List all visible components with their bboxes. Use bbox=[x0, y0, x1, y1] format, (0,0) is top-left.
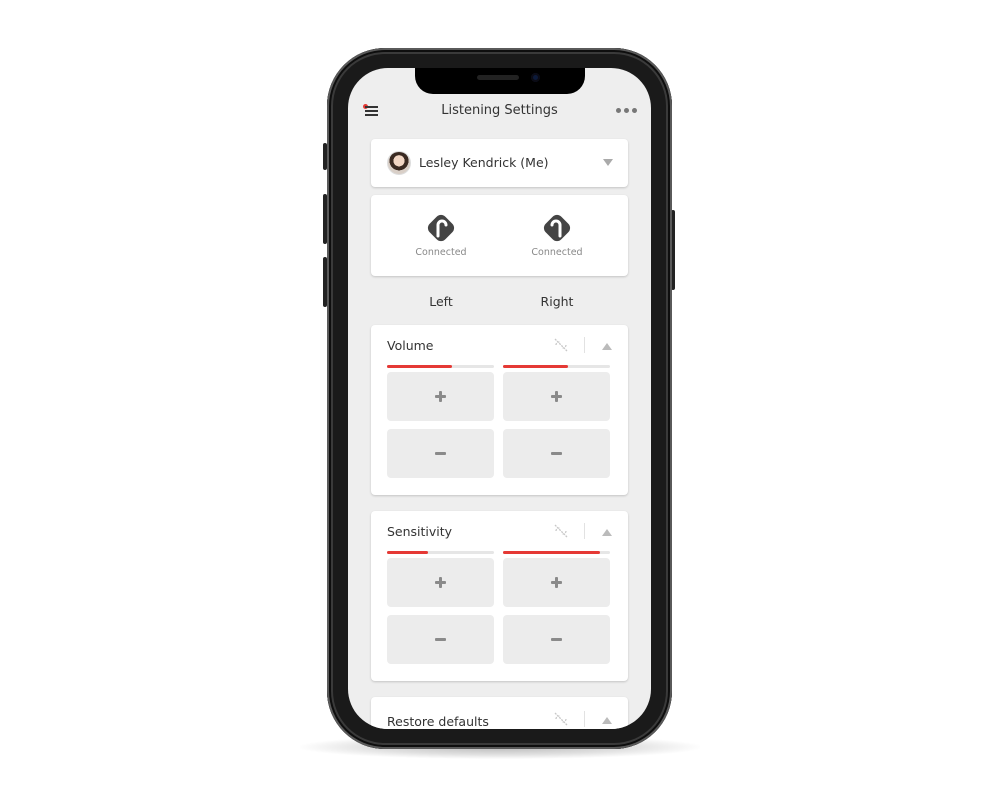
unlink-icon[interactable] bbox=[553, 711, 569, 727]
minus-icon bbox=[435, 638, 446, 641]
plus-icon bbox=[435, 577, 446, 588]
more-dot bbox=[624, 108, 629, 113]
earpiece-speaker bbox=[477, 75, 519, 80]
sensitivity-card: Sensitivity bbox=[371, 511, 628, 681]
unlink-icon[interactable] bbox=[553, 337, 569, 353]
page-title: Listening Settings bbox=[441, 103, 558, 118]
header-divider bbox=[584, 711, 585, 727]
devices-card: Connected Connected bbox=[371, 195, 628, 276]
left-label: Left bbox=[429, 294, 453, 309]
notch bbox=[415, 68, 585, 94]
sensitivity-right-level bbox=[503, 551, 610, 554]
sensitivity-right-increase-button[interactable] bbox=[503, 558, 610, 607]
header-divider bbox=[584, 337, 585, 353]
right-label: Right bbox=[540, 294, 574, 309]
right-device-status: Connected bbox=[531, 247, 583, 258]
volume-left-increase-button[interactable] bbox=[387, 372, 494, 421]
left-device-status: Connected bbox=[415, 247, 467, 258]
caret-up-icon[interactable] bbox=[602, 343, 612, 350]
volume-left-decrease-button[interactable] bbox=[387, 429, 494, 478]
side-labels: Left Right bbox=[371, 294, 628, 310]
plus-icon bbox=[551, 391, 562, 402]
unlink-icon[interactable] bbox=[553, 523, 569, 539]
caret-up-icon[interactable] bbox=[602, 529, 612, 536]
right-device[interactable]: Connected bbox=[517, 211, 597, 258]
minus-icon bbox=[551, 638, 562, 641]
sensitivity-left-decrease-button[interactable] bbox=[387, 615, 494, 664]
user-selector[interactable]: Lesley Kendrick (Me) bbox=[371, 139, 628, 187]
sensitivity-title: Sensitivity bbox=[387, 524, 453, 539]
user-name: Lesley Kendrick (Me) bbox=[419, 155, 549, 170]
caret-up-icon[interactable] bbox=[602, 717, 612, 724]
header-divider bbox=[584, 523, 585, 539]
minus-icon bbox=[435, 452, 446, 455]
sensitivity-right-decrease-button[interactable] bbox=[503, 615, 610, 664]
sensitivity-left-level bbox=[387, 551, 494, 554]
minus-icon bbox=[551, 452, 562, 455]
sensitivity-left-fill bbox=[387, 551, 428, 554]
restore-defaults-card[interactable]: Restore defaults bbox=[371, 697, 628, 729]
volume-title: Volume bbox=[387, 338, 434, 353]
plus-icon bbox=[551, 577, 562, 588]
volume-right-increase-button[interactable] bbox=[503, 372, 610, 421]
plus-icon bbox=[435, 391, 446, 402]
caret-down-icon bbox=[603, 159, 613, 166]
more-dot bbox=[632, 108, 637, 113]
volume-right-decrease-button[interactable] bbox=[503, 429, 610, 478]
restore-defaults-title: Restore defaults bbox=[387, 714, 489, 729]
volume-left-level bbox=[387, 365, 494, 368]
left-device[interactable]: Connected bbox=[401, 211, 481, 258]
more-horizontal-icon bbox=[616, 108, 621, 113]
phone-screen: Listening Settings Lesley Kendrick (Me) … bbox=[348, 68, 651, 729]
sensitivity-right-fill bbox=[503, 551, 601, 554]
volume-card: Volume bbox=[371, 325, 628, 495]
app-header: Listening Settings bbox=[348, 98, 651, 126]
left-hearing-aid-icon bbox=[427, 214, 455, 242]
volume-right-fill bbox=[503, 365, 569, 368]
user-avatar bbox=[387, 151, 411, 175]
volume-right-level bbox=[503, 365, 610, 368]
sensitivity-left-increase-button[interactable] bbox=[387, 558, 494, 607]
right-hearing-aid-icon bbox=[543, 214, 571, 242]
more-options-button[interactable] bbox=[616, 108, 637, 113]
volume-left-fill bbox=[387, 365, 453, 368]
front-camera bbox=[531, 73, 540, 82]
